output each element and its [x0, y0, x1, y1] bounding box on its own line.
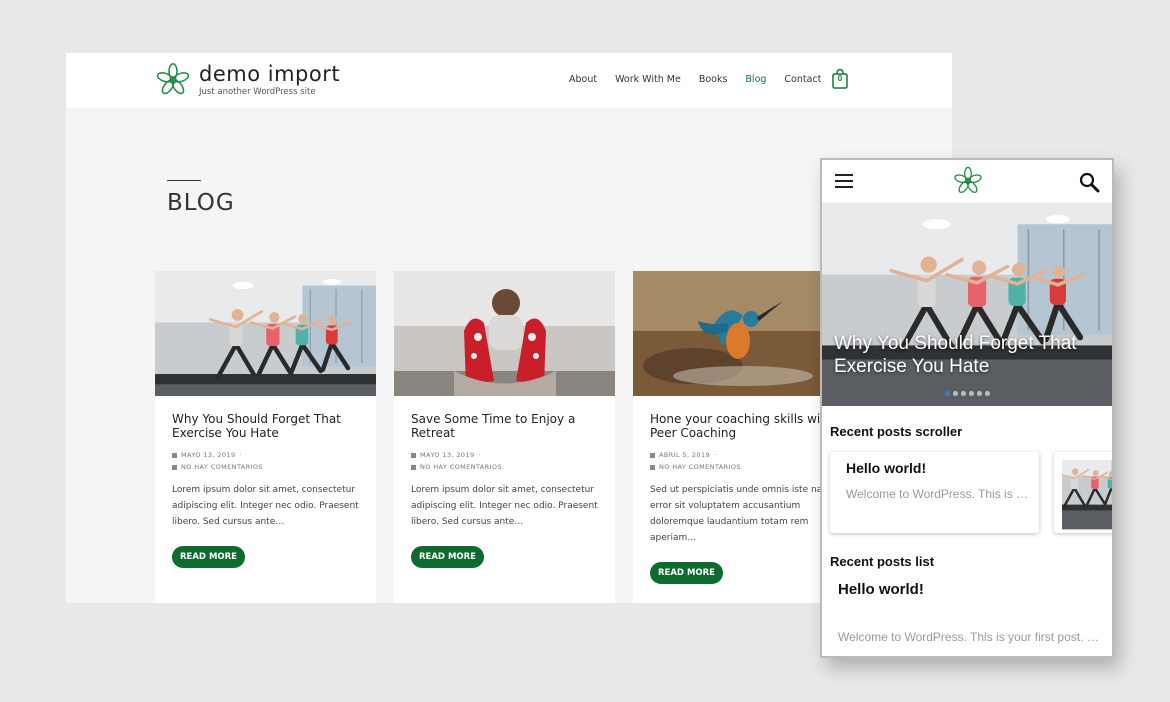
scroller-heading: Recent posts scroller [830, 424, 963, 439]
post-thumbnail-socks[interactable] [394, 271, 615, 396]
mobile-preview: Why You Should Forget That Exercise You … [820, 158, 1114, 658]
scroller-post-title[interactable]: Hello world! [846, 460, 926, 476]
post-comments[interactable]: NO HAY COMENTARIOS [650, 463, 741, 471]
calendar-icon [411, 452, 416, 458]
nav-about[interactable]: About [569, 74, 597, 85]
nav-books[interactable]: Books [699, 74, 728, 85]
read-more-button[interactable]: READ MORE [172, 546, 245, 568]
post-title[interactable]: Save Some Time to Enjoy a Retreat [411, 412, 601, 440]
post-comments[interactable]: NO HAY COMENTARIOS [411, 463, 502, 471]
list-post-title[interactable]: Hello world! [838, 581, 924, 598]
post-date: MAYO 13, 2019 · [411, 451, 481, 459]
mobile-header [822, 160, 1112, 204]
page-title: BLOG [167, 190, 235, 216]
slider-dot[interactable] [961, 391, 966, 396]
site-title[interactable]: demo import [199, 62, 340, 86]
post-date: ABRIL 5, 2019 · [650, 451, 717, 459]
comment-icon [650, 464, 655, 470]
post-card: Save Some Time to Enjoy a Retreat MAYO 1… [394, 271, 615, 603]
main-nav: About Work With Me Books Blog Contact [569, 74, 821, 85]
slider-dot[interactable] [953, 391, 958, 396]
scroller-thumbnail [1054, 452, 1112, 531]
post-excerpt: Sed ut perspiciatis unde omnis iste natu… [650, 485, 837, 543]
post-comments[interactable]: NO HAY COMENTARIOS [172, 463, 263, 471]
comment-icon [172, 464, 177, 470]
slider-dot[interactable] [945, 391, 950, 396]
nav-work-with-me[interactable]: Work With Me [615, 74, 681, 85]
heading-divider [167, 180, 201, 181]
flower-logo-icon[interactable] [154, 61, 192, 99]
list-heading: Recent posts list [830, 554, 935, 569]
cart-button[interactable]: 0 [832, 68, 848, 89]
post-title[interactable]: Hone your coaching skills with Peer Coac… [650, 412, 840, 440]
read-more-button[interactable]: READ MORE [650, 562, 723, 584]
slider-dot[interactable] [985, 391, 990, 396]
post-excerpt: Lorem ipsum dolor sit amet, consectetur … [172, 485, 359, 527]
read-more-button[interactable]: READ MORE [411, 546, 484, 568]
slider-dots[interactable] [945, 391, 990, 396]
nav-contact[interactable]: Contact [784, 74, 821, 85]
calendar-icon [650, 452, 655, 458]
search-icon[interactable] [1078, 171, 1100, 193]
nav-blog[interactable]: Blog [745, 74, 766, 85]
scroller-post-excerpt: Welcome to WordPress. This is your first… [846, 487, 1034, 501]
cart-count: 0 [837, 74, 843, 83]
flower-logo-icon[interactable] [952, 165, 984, 197]
scroller-post-card-next[interactable] [1054, 452, 1112, 533]
slider-dot[interactable] [977, 391, 982, 396]
post-excerpt: Lorem ipsum dolor sit amet, consectetur … [411, 485, 598, 527]
hamburger-menu-icon[interactable] [835, 174, 853, 188]
post-date: MAYO 13, 2019 · [172, 451, 242, 459]
hero-slider[interactable]: Why You Should Forget That Exercise You … [822, 204, 1112, 406]
site-header: demo import Just another WordPress site … [66, 53, 952, 108]
post-card: Why You Should Forget That Exercise You … [155, 271, 376, 603]
calendar-icon [172, 452, 177, 458]
list-post-excerpt: Welcome to WordPress. This is your first… [838, 630, 1104, 644]
scroller-post-card[interactable]: Hello world! Welcome to WordPress. This … [830, 452, 1039, 533]
site-tagline: Just another WordPress site [199, 87, 316, 97]
slider-dot[interactable] [969, 391, 974, 396]
comment-icon [411, 464, 416, 470]
post-title[interactable]: Why You Should Forget That Exercise You … [172, 412, 362, 440]
hero-title[interactable]: Why You Should Forget That Exercise You … [834, 332, 1104, 378]
post-thumbnail-yoga[interactable] [155, 271, 376, 396]
